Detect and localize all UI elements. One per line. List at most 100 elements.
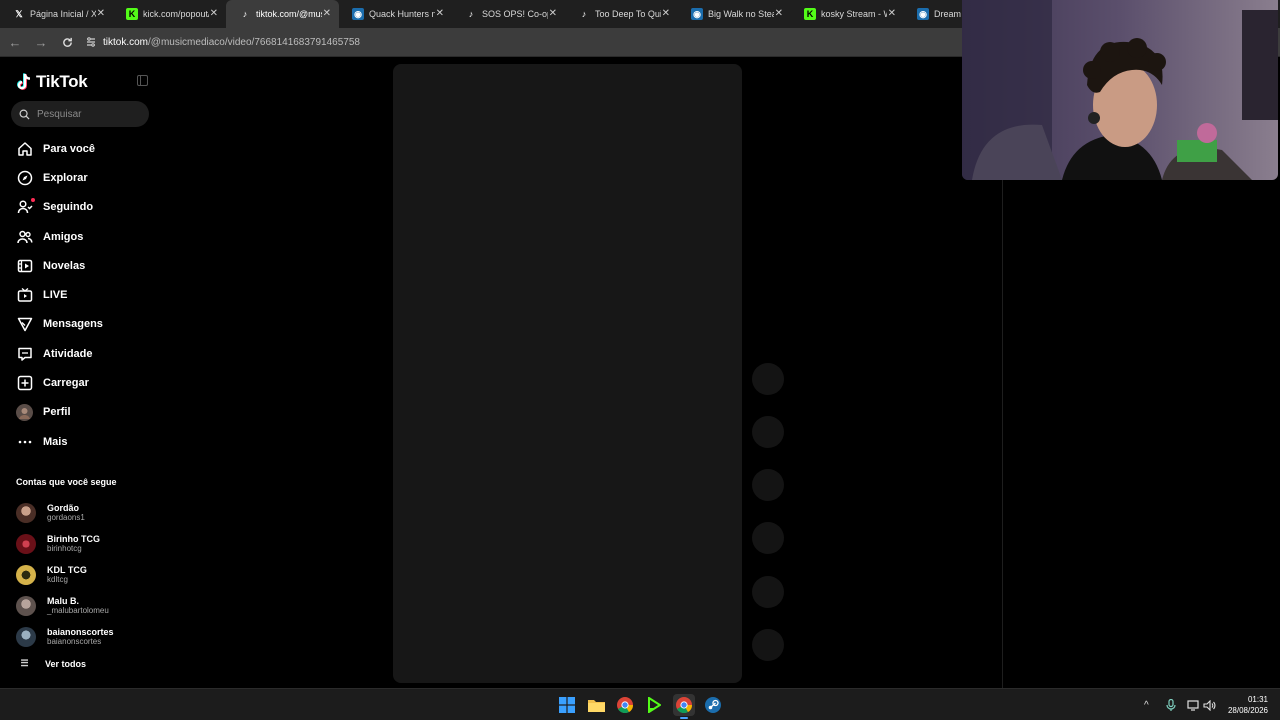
following-icon [16,197,35,216]
tab-title: SOS OPS! Co-op d [482,9,548,19]
nav-item-para-voce[interactable]: Para você [0,134,160,163]
nav-item-explorar[interactable]: Explorar [0,163,160,192]
logo-text: TikTok [36,72,88,91]
system-clock[interactable]: 01:31 28/08/2026 [1228,694,1268,716]
steam-icon[interactable] [702,694,724,716]
chrome-icon[interactable] [614,694,636,716]
avatar [16,595,36,616]
avatar [16,503,36,524]
close-tab-icon[interactable]: ✕ [210,8,218,20]
site-settings-icon[interactable] [85,36,97,48]
nav-item-amigos[interactable]: Amigos [0,222,160,251]
following-account[interactable]: Gordão gordaons1 [16,498,156,529]
avatar [16,564,36,585]
following-section-title: Contas que você segue [16,477,117,487]
avatar-placeholder[interactable] [752,363,784,395]
account-name: Birinho TCG [47,534,100,545]
music-disc-placeholder[interactable] [752,629,784,661]
nav-item-mensagens[interactable]: Mensagens [0,310,160,339]
nav-item-novelas[interactable]: Novelas [0,251,160,280]
following-account[interactable]: baianonscortes baianonscortes [16,621,156,652]
avatar [16,534,36,555]
browser-tab-quack-hunters[interactable]: ◉ Quack Hunters no ✕ [339,0,452,28]
nav-label: Atividade [43,347,93,360]
webcam-feed-image [962,0,1278,180]
see-all-label: Ver todos [45,658,87,669]
file-explorer-icon[interactable] [585,694,607,716]
tab-title: kosky Stream - Wa [821,9,887,19]
account-username: birinhotcg [47,544,82,554]
search-input[interactable] [37,108,137,120]
video-player-placeholder[interactable] [393,64,742,683]
show-hidden-icons-icon[interactable]: ^ [1144,689,1149,720]
share-button-placeholder[interactable] [752,576,784,608]
nav-item-live[interactable]: LIVE [0,280,160,309]
column-divider [1002,180,1003,688]
back-arrow-icon[interactable]: ← [3,30,27,54]
account-name: KDL TCG [47,564,87,575]
nav-label: Amigos [43,230,84,243]
browser-tab-kosky[interactable]: K kosky Stream - Wa ✕ [791,0,904,28]
nav-item-atividade[interactable]: Atividade [0,339,160,368]
bookmark-button-placeholder[interactable] [752,522,784,554]
nav-label: Explorar [43,171,88,184]
nav-item-seguindo[interactable]: Seguindo [0,193,160,222]
search-box[interactable] [11,101,149,127]
like-button-placeholder[interactable] [752,416,784,448]
close-tab-icon[interactable]: ✕ [662,8,670,20]
avatar [16,626,36,647]
more-icon [16,433,33,450]
nav-label: Perfil [43,406,71,419]
account-username: gordaons1 [47,513,85,523]
windows-taskbar: ^ 01:31 28/08/2026 [0,688,1280,720]
list-icon: ☰ [20,658,29,668]
search-icon [19,109,30,120]
following-list: Gordão gordaons1 Birinho TCG birinhotcg KD… [16,498,156,652]
browser-tab-sos-ops[interactable]: ♪ SOS OPS! Co-op d ✕ [452,0,565,28]
nav-label: Mensagens [43,318,103,331]
close-tab-icon[interactable]: ✕ [775,8,783,20]
webcam-overlay [962,0,1278,180]
main-nav: Para você Explorar Seguindo Amigos Novel… [0,134,160,456]
browser-tab-tiktok-active[interactable]: ♪ tiktok.com/@music ✕ [226,0,339,28]
browser-tab-big-walk[interactable]: ◉ Big Walk no Steam ✕ [678,0,791,28]
novelas-icon [16,257,33,274]
browser-tab-too-deep[interactable]: ♪ Too Deep To Quit ✕ [565,0,678,28]
close-tab-icon[interactable]: ✕ [549,8,557,20]
following-account[interactable]: Birinho TCG birinhotcg [16,529,156,560]
see-all-link[interactable]: ☰ Ver todos [16,658,86,669]
live-tv-icon [16,287,33,304]
forward-arrow-icon[interactable]: → [29,30,53,54]
reload-icon[interactable] [55,30,79,54]
url-path: /@musicmediaco/video/7668141683791465758 [148,36,360,48]
following-account[interactable]: Malu B. _malubartolomeu [16,590,156,621]
following-account[interactable]: KDL TCG kdltcg [16,560,156,591]
streaming-app-icon[interactable] [643,694,665,716]
account-name: Gordão [47,503,80,514]
tab-title: Página Inicial / X [30,9,96,19]
browser-tab-x[interactable]: 𝕏 Página Inicial / X ✕ [0,0,113,28]
close-tab-icon[interactable]: ✕ [97,8,105,20]
chrome-active-icon[interactable] [673,694,695,719]
volume-icon[interactable] [1203,689,1216,720]
upload-icon [16,375,33,392]
windows-start-icon[interactable] [556,694,578,716]
steam-logo-icon: ◉ [917,8,929,20]
close-tab-icon[interactable]: ✕ [436,8,444,20]
tab-title: kick.com/popout/k [143,9,209,19]
browser-tab-kick[interactable]: K kick.com/popout/k ✕ [113,0,226,28]
close-tab-icon[interactable]: ✕ [323,8,331,20]
nav-item-carregar[interactable]: Carregar [0,368,160,397]
collapse-sidebar-icon[interactable] [137,75,148,86]
tiktok-logo[interactable]: TikTok [16,72,88,92]
comment-button-placeholder[interactable] [752,469,784,501]
tab-title: Quack Hunters no [369,9,435,19]
network-icon[interactable] [1187,689,1199,720]
close-tab-icon[interactable]: ✕ [888,8,896,20]
nav-item-mais[interactable]: Mais [0,427,160,456]
nav-item-perfil[interactable]: Perfil [0,398,160,427]
nav-label: Novelas [43,259,86,272]
tab-title: Big Walk no Steam [708,9,774,19]
microphone-icon[interactable] [1166,689,1176,720]
nav-label: LIVE [43,289,68,302]
